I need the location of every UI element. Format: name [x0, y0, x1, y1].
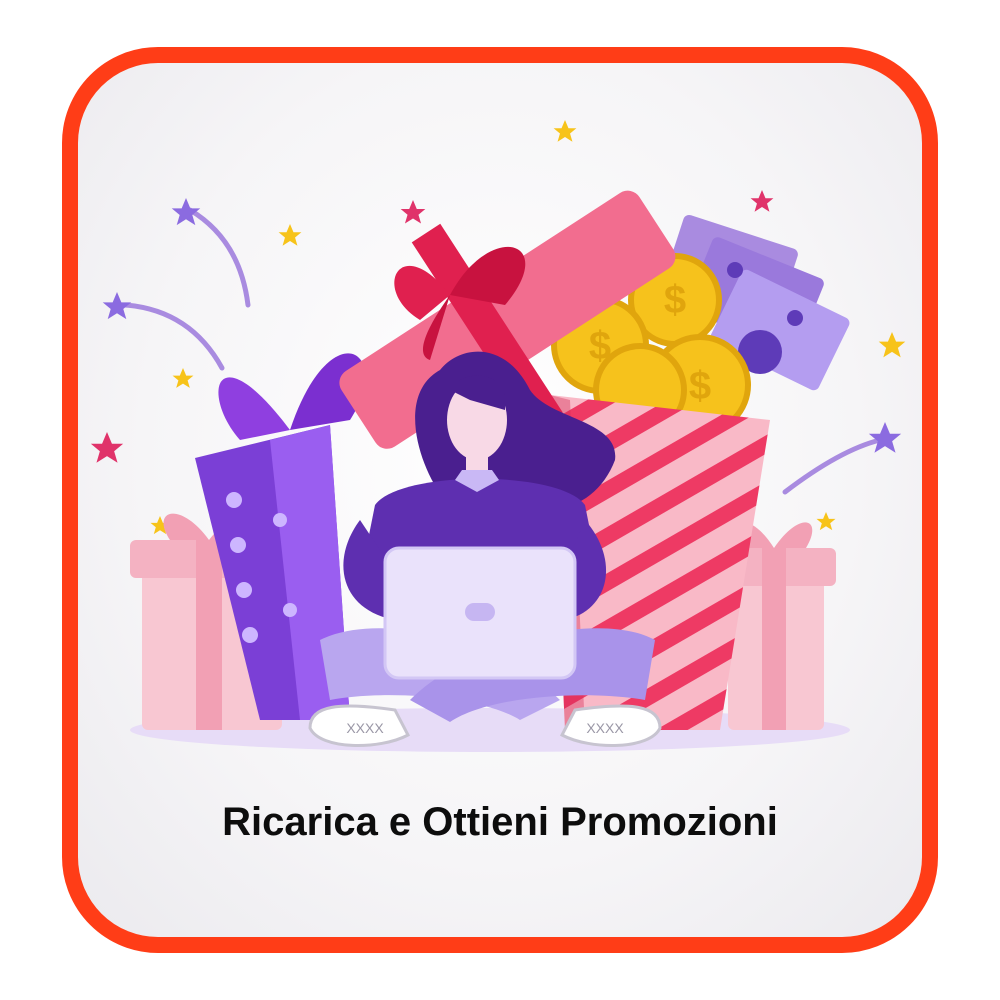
svg-text:$: $ [689, 364, 711, 408]
promo-caption: Ricarica e Ottieni Promozioni [222, 800, 778, 844]
star-icon [90, 432, 124, 463]
svg-text:$: $ [589, 324, 611, 368]
star-icon [278, 224, 302, 246]
star-icon [171, 198, 201, 226]
star-icon [750, 190, 774, 212]
svg-text:XXXX: XXXX [586, 720, 624, 736]
star-icon [878, 332, 906, 358]
star-icon [868, 422, 902, 453]
svg-text:$: $ [664, 278, 686, 322]
star-icon [553, 120, 577, 142]
svg-text:XXXX: XXXX [346, 720, 384, 736]
star-icon [172, 368, 194, 388]
promo-illustration: $ $ $ XXXX XXXX [90, 120, 906, 752]
laptop-icon [383, 546, 577, 680]
star-icon [400, 200, 426, 224]
star-icon [102, 292, 132, 320]
star-icon [816, 512, 836, 531]
